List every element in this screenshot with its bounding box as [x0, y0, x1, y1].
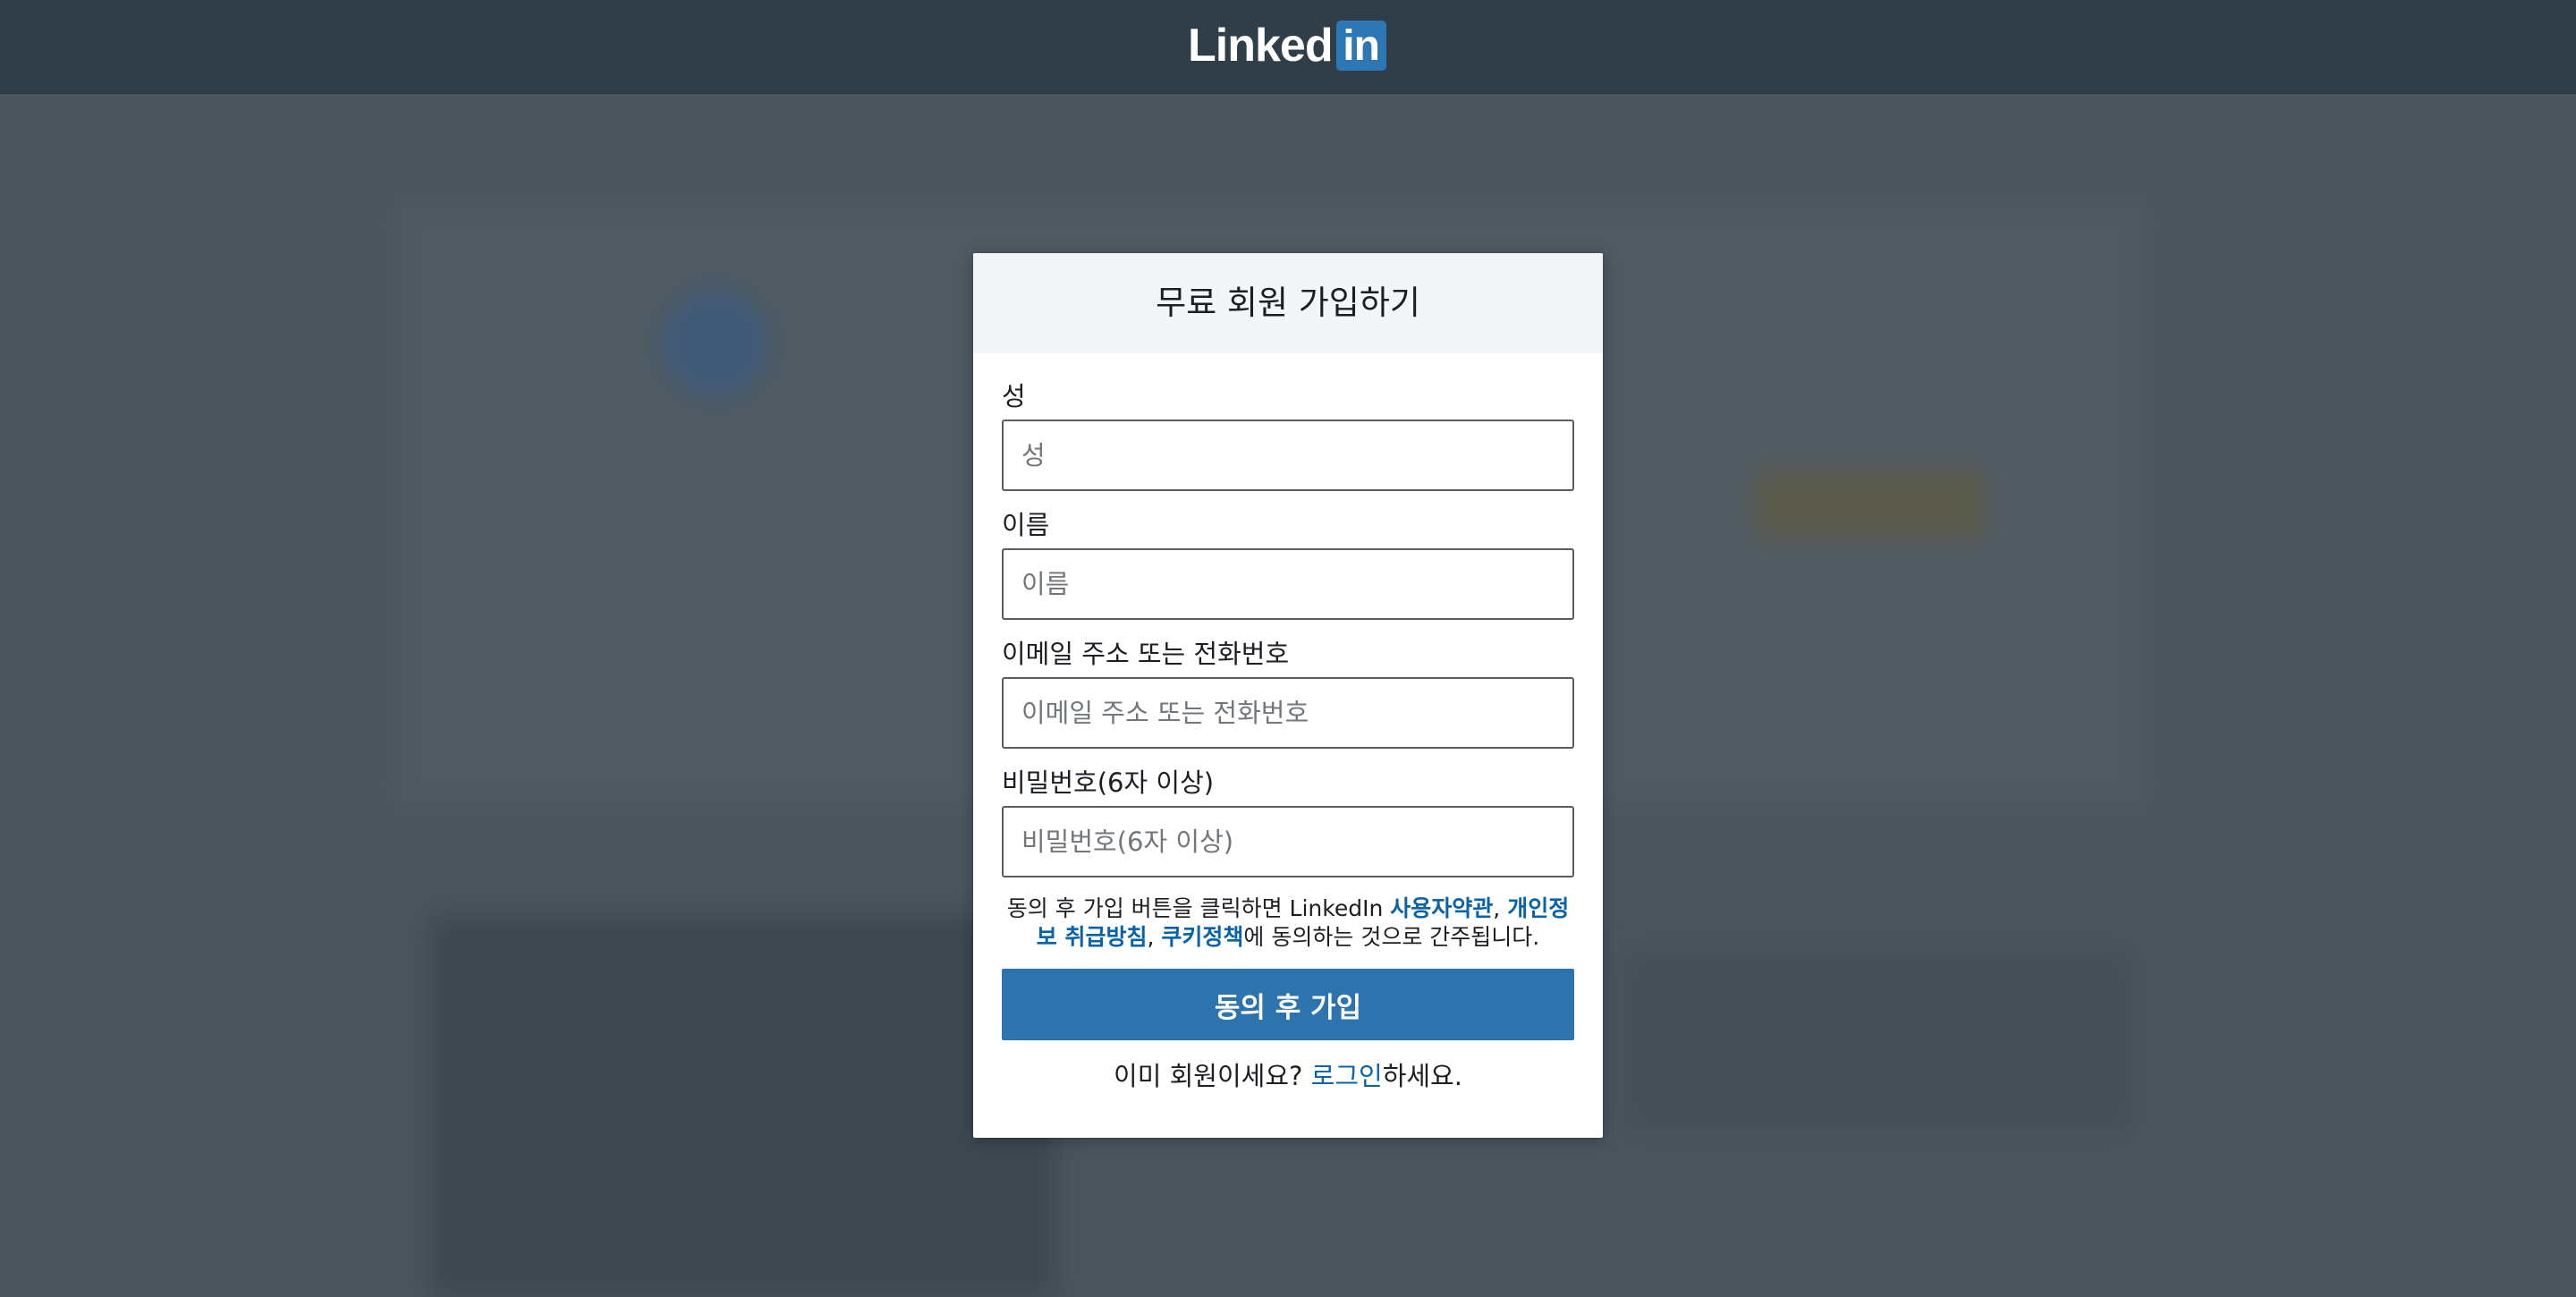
- last-name-label: 성: [1002, 381, 1026, 411]
- modal-title: 무료 회원 가입하기: [1156, 284, 1420, 322]
- last-name-input[interactable]: [1002, 420, 1574, 491]
- first-name-input[interactable]: [1002, 548, 1574, 620]
- signup-modal: 무료 회원 가입하기 성 이름 이메일 주소 또는 전화번호 비밀번호(6자 이…: [973, 253, 1603, 1138]
- password-label: 비밀번호(6자 이상): [1002, 767, 1215, 798]
- login-link[interactable]: 로그인: [1311, 1061, 1383, 1091]
- login-prompt: 이미 회원이세요? 로그인하세요.: [1002, 1058, 1574, 1094]
- linkedin-logo[interactable]: Linked in: [1188, 20, 1386, 72]
- terms-prefix: 동의 후 가입 버튼을 클릭하면 LinkedIn: [1006, 895, 1391, 921]
- agree-and-join-button[interactable]: 동의 후 가입: [1002, 969, 1574, 1040]
- modal-header: 무료 회원 가입하기: [973, 253, 1603, 353]
- terms-separator-1: ,: [1493, 895, 1508, 921]
- terms-suffix: 에 동의하는 것으로 간주됩니다.: [1243, 924, 1540, 950]
- terms-separator-2: ,: [1147, 924, 1162, 950]
- login-suffix: 하세요.: [1382, 1061, 1462, 1091]
- email-phone-label: 이메일 주소 또는 전화번호: [1002, 639, 1290, 669]
- terms-notice: 동의 후 가입 버튼을 클릭하면 LinkedIn 사용자약관, 개인정보 취급…: [1002, 894, 1574, 952]
- cookie-policy-link[interactable]: 쿠키정책: [1161, 924, 1243, 950]
- bg-image: [429, 916, 1055, 1297]
- logo-wordmark: Linked: [1188, 20, 1334, 72]
- email-phone-input[interactable]: [1002, 677, 1574, 749]
- logo-in-box: in: [1335, 21, 1386, 71]
- signup-form: 성 이름 이메일 주소 또는 전화번호 비밀번호(6자 이상): [1002, 353, 1574, 877]
- bg-button: [1753, 469, 1986, 540]
- bg-text: [1628, 952, 2129, 1131]
- user-agreement-link[interactable]: 사용자약관: [1390, 895, 1493, 921]
- bg-avatar: [662, 290, 769, 397]
- login-prefix: 이미 회원이세요?: [1114, 1061, 1311, 1091]
- first-name-label: 이름: [1002, 510, 1050, 540]
- top-header-bar: Linked in: [0, 0, 2576, 94]
- password-input[interactable]: [1002, 806, 1574, 877]
